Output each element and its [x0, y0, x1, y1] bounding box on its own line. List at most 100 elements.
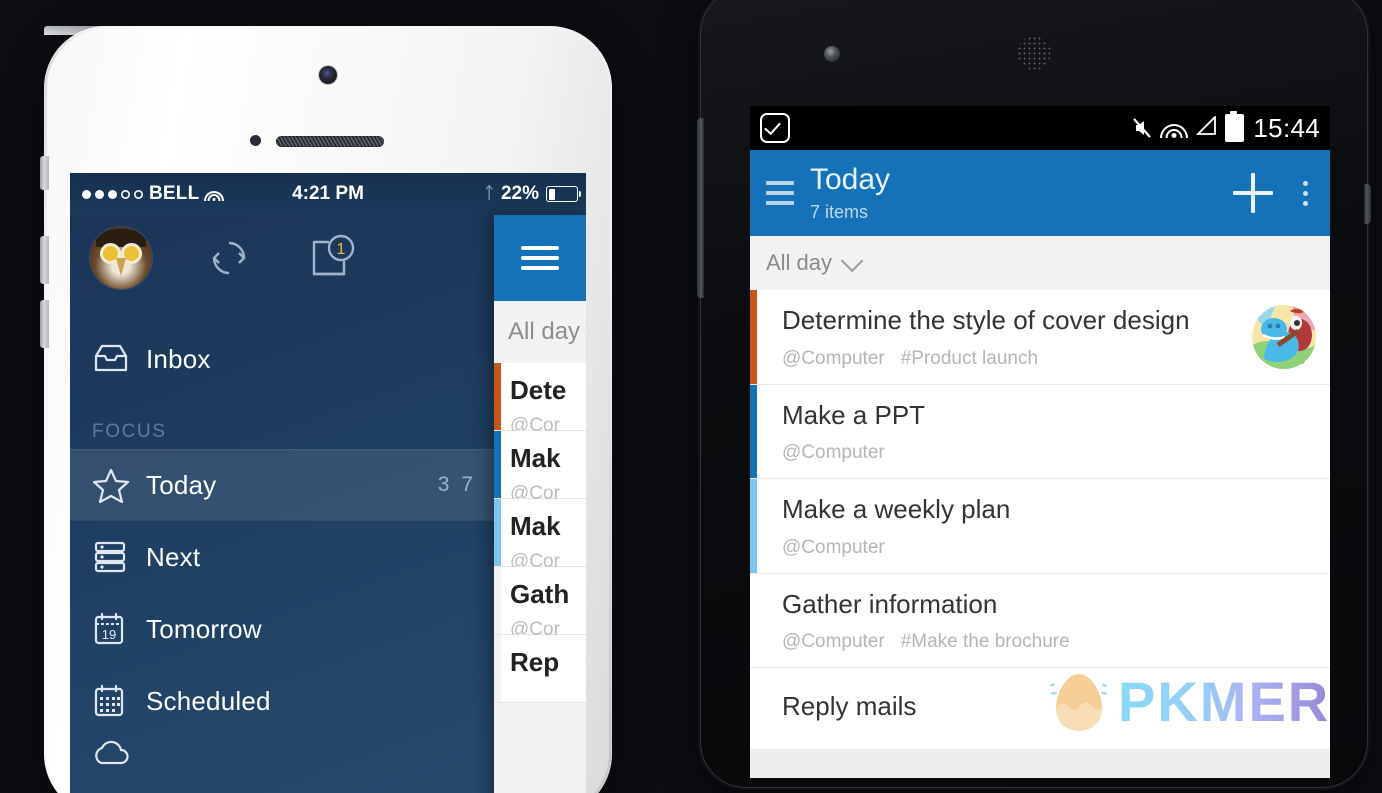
priority-bar	[494, 499, 501, 566]
list-item-title: Rep	[510, 647, 560, 677]
wifi-icon	[1160, 119, 1189, 138]
screenshot-canvas: BELL 4:21 PM ᛏ 22% 1 Inbox FOCUS Today 3…	[0, 0, 1382, 793]
list-bottom-area	[750, 749, 1330, 778]
stack-icon	[92, 539, 146, 575]
table-row[interactable]: Make a PPT @Computer	[750, 384, 1330, 479]
egg-logo-icon	[1050, 668, 1108, 734]
sidebar-item-count: 3 7	[437, 473, 476, 496]
android-clock: 15:44	[1253, 112, 1320, 143]
android-front-camera	[824, 46, 840, 62]
task-meta: @Computer #Product launch due	[782, 348, 1314, 370]
sidebar-item-label: Today	[146, 469, 217, 500]
ios-status-bar: BELL 4:21 PM ᛏ 22%	[70, 173, 586, 215]
battery-icon	[546, 186, 581, 202]
app-bar-titles: Today 7 items	[810, 163, 891, 222]
mute-icon	[1132, 117, 1152, 139]
inbox-badge-count: 1	[337, 241, 346, 258]
iphone-device: BELL 4:21 PM ᛏ 22% 1 Inbox FOCUS Today 3…	[40, 26, 612, 793]
sync-icon[interactable]	[206, 235, 252, 281]
priority-bar	[750, 290, 757, 384]
inbox-tray-icon	[92, 342, 146, 376]
iphone-front-camera	[319, 66, 337, 84]
list-item[interactable]: Dete @Cor	[494, 363, 586, 436]
sidebar-item-label: Scheduled	[146, 685, 271, 716]
sidebar-item-label: Next	[146, 541, 201, 572]
task-title: Gather information	[782, 588, 998, 619]
inbox-count-icon[interactable]: 1	[308, 234, 360, 282]
list-item-title: Mak	[510, 511, 561, 541]
page-title: Today	[810, 163, 891, 196]
watermark: PKMER	[1050, 668, 1330, 734]
check-task-icon	[760, 113, 790, 143]
battery-percent-label: 22%	[500, 183, 539, 204]
priority-bar	[494, 635, 501, 702]
android-status-left	[760, 113, 790, 143]
page-subtitle: 7 items	[810, 202, 869, 222]
priority-bar	[494, 363, 501, 430]
sidebar-item-tomorrow[interactable]: 19 Tomorrow	[70, 593, 494, 665]
battery-icon	[1225, 111, 1245, 142]
plus-icon[interactable]	[1233, 173, 1273, 213]
sidebar-item-label: Inbox	[146, 343, 211, 374]
task-meta: @Computer #Make the brochure	[782, 631, 1314, 653]
sidebar-item-scheduled[interactable]: Scheduled	[70, 665, 494, 737]
priority-bar	[750, 573, 757, 667]
list-item[interactable]: Rep	[494, 635, 586, 703]
table-row[interactable]: Gather information @Computer #Make the b…	[750, 573, 1330, 668]
list-item[interactable]: Gath @Cor	[494, 567, 586, 640]
watermark-text: PKMER	[1118, 669, 1331, 733]
ios-content: 1 Inbox FOCUS Today 3 7 Next 19 Tomorrow…	[70, 215, 586, 793]
sidebar-item-today[interactable]: Today 3 7	[70, 449, 494, 521]
list-item[interactable]: Mak @Cor	[494, 499, 586, 572]
chevron-down-icon[interactable]	[840, 249, 864, 273]
task-title: Make a PPT	[782, 399, 926, 430]
android-status-right: 15:44	[1132, 111, 1320, 144]
signal-icon	[1196, 114, 1217, 140]
table-row[interactable]: Make a weekly plan @Computer	[750, 479, 1330, 574]
sidebar-item-partial[interactable]	[70, 737, 494, 767]
owl-avatar[interactable]	[90, 227, 152, 289]
drawer-header: 1	[70, 215, 494, 301]
ios-peek-list: All day Dete @Cor Mak @Cor Mak @Cor Gath…	[494, 215, 586, 793]
star-icon	[92, 467, 146, 503]
task-context: @Computer	[782, 442, 885, 463]
task-context: @Computer	[782, 536, 885, 558]
ios-status-right: ᛏ 22%	[484, 183, 586, 205]
iphone-earpiece-speaker	[276, 136, 384, 147]
all-day-header[interactable]: All day	[750, 236, 1330, 290]
iphone-screen: BELL 4:21 PM ᛏ 22% 1 Inbox FOCUS Today 3…	[70, 173, 586, 793]
priority-bar	[750, 384, 757, 478]
iphone-silent-switch[interactable]	[40, 156, 49, 190]
list-item-title: Gath	[510, 579, 570, 609]
dinosaur-avatar[interactable]	[1252, 304, 1316, 369]
task-tag: #Product launch	[900, 347, 1039, 369]
hamburger-icon[interactable]	[521, 240, 559, 276]
hamburger-icon[interactable]	[766, 175, 794, 211]
calendar-grid-icon	[92, 683, 146, 719]
android-volume-rocker[interactable]	[697, 118, 704, 298]
ios-peek-appbar	[494, 215, 586, 301]
calendar-19-icon: 19	[92, 611, 146, 647]
android-earpiece-speaker	[1017, 36, 1051, 70]
task-meta: @Computer	[782, 442, 1314, 464]
sidebar-item-label: Tomorrow	[146, 613, 262, 644]
kebab-menu-icon[interactable]	[1303, 180, 1308, 206]
list-item[interactable]: Mak @Cor	[494, 431, 586, 504]
bluetooth-icon: ᛏ	[484, 185, 494, 202]
iphone-proximity-sensor	[250, 135, 261, 146]
table-row[interactable]: Determine the style of cover design @Com…	[750, 290, 1330, 385]
sidebar-item-next[interactable]: Next	[70, 521, 494, 593]
sidebar-section-focus: FOCUS	[92, 421, 167, 442]
list-item-title: Mak	[510, 443, 561, 473]
sidebar-item-inbox[interactable]: Inbox	[70, 323, 494, 395]
iphone-volume-down-button[interactable]	[40, 300, 49, 348]
list-item-title: Dete	[510, 375, 567, 405]
task-meta: @Computer	[782, 537, 1314, 559]
iphone-volume-up-button[interactable]	[40, 236, 49, 284]
task-title: Make a weekly plan	[782, 494, 1011, 524]
android-power-button[interactable]	[1364, 184, 1371, 224]
all-day-label: All day	[766, 250, 833, 275]
priority-bar	[750, 479, 757, 573]
ios-side-drawer: 1 Inbox FOCUS Today 3 7 Next 19 Tomorrow…	[70, 215, 494, 793]
ios-all-day-label: All day	[494, 301, 586, 363]
